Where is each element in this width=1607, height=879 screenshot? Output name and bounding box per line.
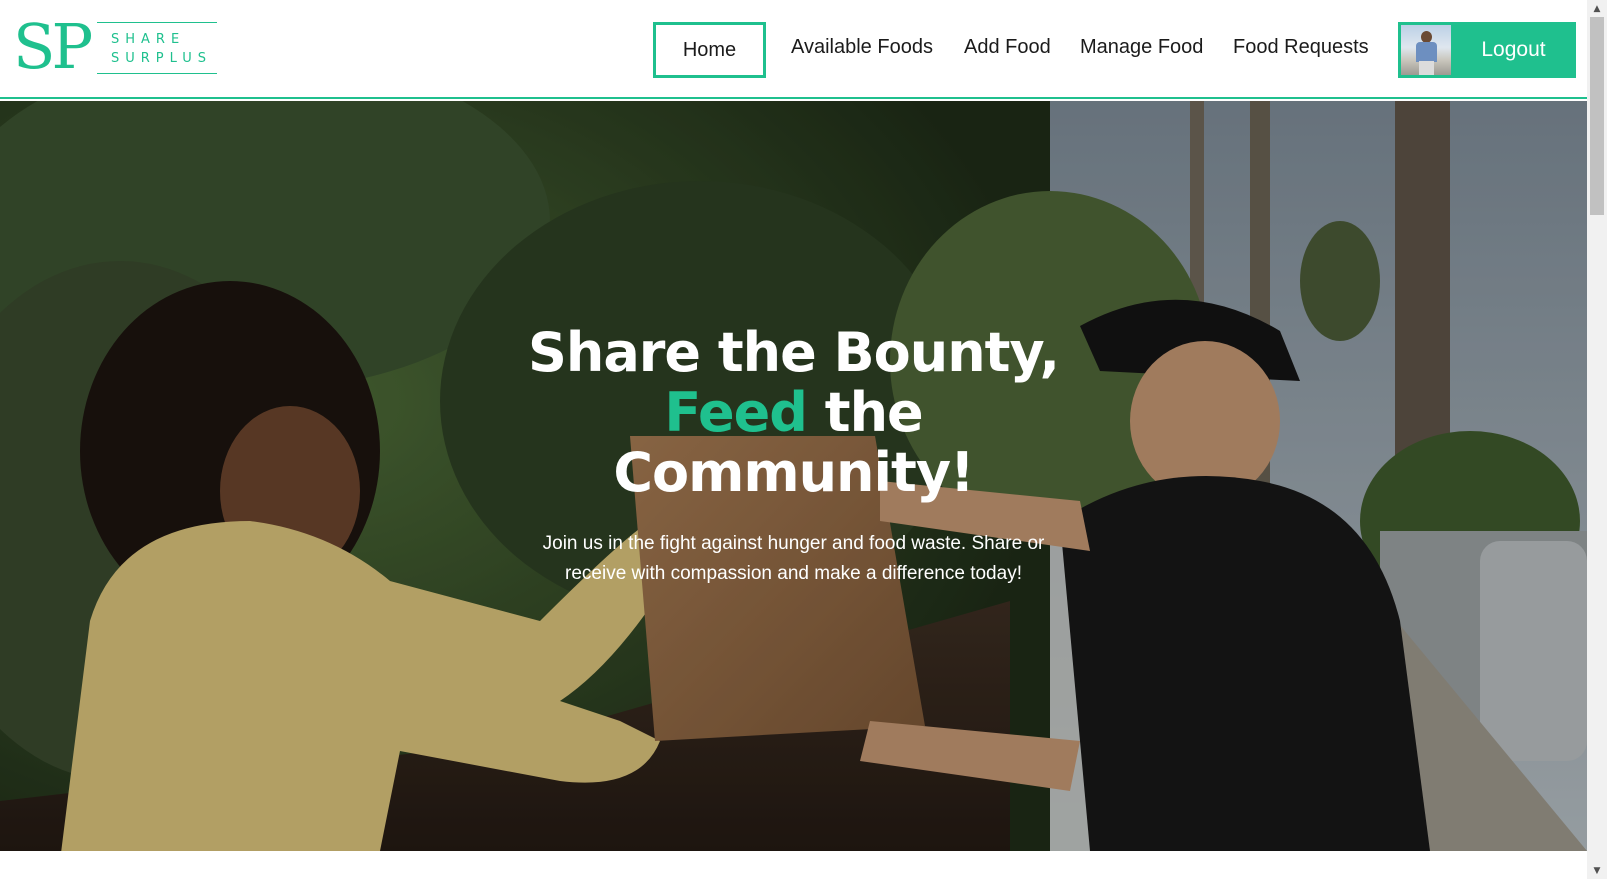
scroll-thumb[interactable]: [1590, 17, 1604, 215]
hero-banner: Share the Bounty, Feed the Community! Jo…: [0, 101, 1587, 851]
avatar-legs: [1419, 61, 1434, 75]
hero-title-line3: Community!: [613, 441, 974, 504]
hero-title-line2-rest: the: [806, 381, 924, 444]
logo-word-surplus: SURPLUS: [111, 51, 213, 66]
page-scrollbar[interactable]: ▲ ▼: [1587, 0, 1607, 879]
hero-title: Share the Bounty, Feed the Community!: [480, 323, 1107, 503]
navbar: SP SHARE SURPLUS Home Available Foods Ad…: [0, 0, 1587, 99]
nav-available-foods[interactable]: Available Foods: [791, 36, 933, 59]
logo-monogram: SP: [13, 10, 93, 83]
hero-title-accent: Feed: [664, 381, 808, 444]
nav-food-requests[interactable]: Food Requests: [1233, 36, 1369, 59]
logout-button[interactable]: Logout: [1451, 22, 1576, 78]
user-logout-group: Logout: [1398, 22, 1576, 78]
brand-logo[interactable]: SP SHARE SURPLUS: [13, 12, 217, 82]
hero-subtitle: Join us in the fight against hunger and …: [542, 533, 1045, 584]
nav-add-food[interactable]: Add Food: [964, 36, 1051, 59]
user-avatar[interactable]: [1401, 25, 1451, 75]
nav-manage-food[interactable]: Manage Food: [1080, 36, 1203, 59]
hero-content: Share the Bounty, Feed the Community! Jo…: [480, 323, 1107, 589]
nav-home-button[interactable]: Home: [653, 22, 766, 78]
scroll-up-arrow-icon[interactable]: ▲: [1587, 0, 1607, 17]
logo-word-share: SHARE: [111, 32, 186, 47]
scroll-down-arrow-icon[interactable]: ▼: [1587, 862, 1607, 879]
avatar-body: [1416, 42, 1437, 62]
page: SP SHARE SURPLUS Home Available Foods Ad…: [0, 0, 1607, 879]
logo-frame: [97, 22, 217, 74]
hero-title-line1: Share the Bounty,: [528, 321, 1060, 384]
